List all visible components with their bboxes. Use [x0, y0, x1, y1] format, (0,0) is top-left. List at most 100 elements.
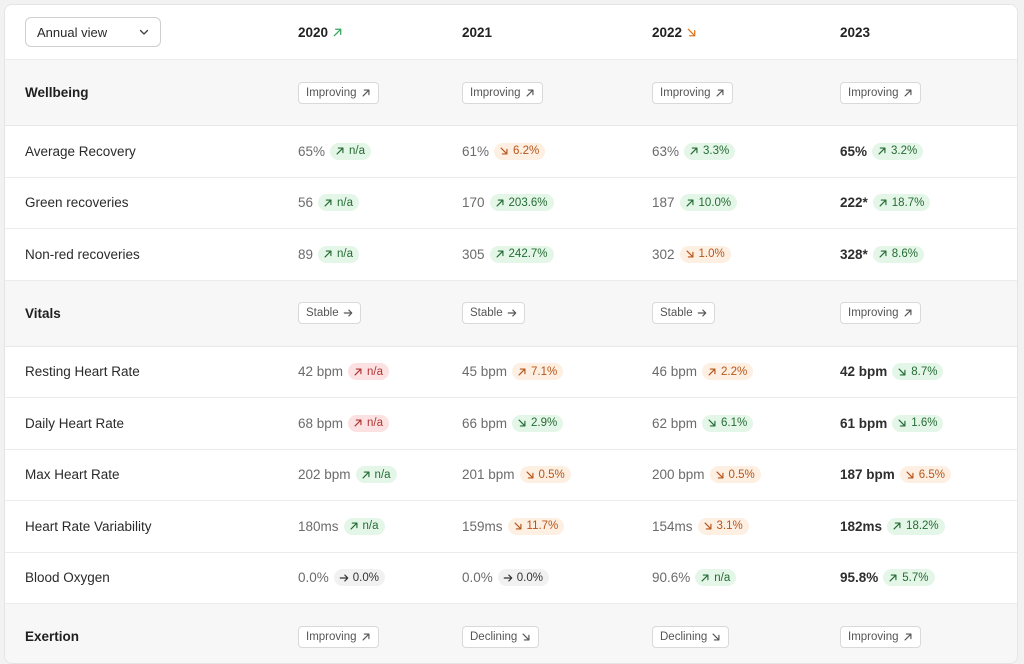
change-value: 3.3%: [703, 145, 730, 158]
status-label: Stable: [470, 307, 503, 319]
metric-cell: 62 bpm 6.1%: [648, 414, 836, 432]
trend-up-icon: [332, 27, 343, 38]
table-row: Daily Heart Rate 68 bpm n/a 66 bpm 2.9% 62 bp…: [5, 398, 1017, 450]
change-value: 6.1%: [721, 417, 748, 430]
metric-cell: 200 bpm 0.5%: [648, 466, 836, 484]
change-value: 8.7%: [911, 365, 938, 378]
change-badge: 11.7%: [507, 517, 565, 535]
change-badge: 2.9%: [512, 414, 564, 432]
arrow-down-right-icon: [500, 147, 508, 155]
table-body: Wellbeing Improving Improving Improving Impr…: [5, 60, 1017, 663]
change-value: n/a: [362, 520, 379, 533]
metric-value: 61 bpm: [840, 415, 888, 431]
metric-name: Max Heart Rate: [25, 467, 120, 483]
change-value: 6.2%: [513, 145, 540, 158]
metric-cell: 61 bpm 1.6%: [836, 414, 1017, 432]
arrow-up-right-icon: [324, 250, 332, 258]
metric-cell: 0.0% 0.0%: [294, 569, 458, 587]
metric-cell: 65% 3.2%: [836, 142, 1017, 160]
table-row: Green recoveries 56 n/a 170 203.6% 187 10.0% 22…: [5, 177, 1017, 229]
metric-cell: 90.6% n/a: [648, 569, 836, 587]
trend-down-icon: [686, 27, 697, 38]
change-badge: 18.2%: [887, 517, 945, 535]
arrow-up-right-icon: [354, 368, 362, 376]
arrow-up-right-icon: [879, 250, 887, 258]
change-value: 7.1%: [531, 365, 558, 378]
annual-view-select[interactable]: Annual view: [25, 17, 161, 47]
arrow-up-right-icon: [324, 199, 332, 207]
metric-value: 42 bpm: [298, 364, 344, 380]
metric-cell: 302 1.0%: [648, 245, 836, 263]
change-value: 242.7%: [508, 248, 548, 261]
metric-name: Daily Heart Rate: [25, 415, 125, 431]
arrow-down-right-icon: [518, 419, 526, 427]
metric-value: 65%: [298, 143, 326, 159]
metric-cell: 66 bpm 2.9%: [458, 414, 648, 432]
arrow-up-right-icon: [350, 522, 358, 530]
change-badge: 0.0%: [333, 569, 385, 587]
change-value: 10.0%: [698, 196, 732, 209]
change-badge: 1.6%: [892, 414, 944, 432]
change-value: 203.6%: [508, 196, 548, 209]
arrow-down-right-icon: [716, 471, 724, 479]
year-header-2020: 2020: [294, 25, 458, 40]
change-badge: n/a: [343, 517, 385, 535]
arrow-down-right-icon: [514, 522, 522, 530]
arrow-up-right-icon: [526, 89, 533, 96]
metric-name: Blood Oxygen: [25, 570, 110, 586]
metric-value: 222*: [840, 195, 868, 211]
status-label: Declining: [470, 630, 518, 643]
change-value: n/a: [337, 248, 354, 261]
change-badge: n/a: [695, 569, 737, 587]
status-label: Declining: [660, 630, 708, 643]
change-value: 0.0%: [516, 571, 543, 584]
change-value: 2.9%: [531, 417, 558, 430]
section-status-cell: Improving: [836, 625, 1017, 648]
metric-value: 68 bpm: [298, 415, 344, 431]
metric-name: Green recoveries: [25, 195, 129, 211]
arrow-up-right-icon: [904, 633, 911, 640]
metric-cell: 42 bpm 8.7%: [836, 363, 1017, 381]
metric-value: 46 bpm: [652, 364, 698, 380]
arrow-right-icon: [339, 574, 349, 582]
year-header-2022: 2022: [648, 25, 836, 40]
metric-value: 66 bpm: [462, 415, 508, 431]
metric-cell: 42 bpm n/a: [294, 363, 458, 381]
change-value: 1.6%: [911, 417, 938, 430]
change-badge: n/a: [348, 414, 390, 432]
status-badge: Improving: [840, 81, 921, 104]
status-label: Stable: [660, 307, 693, 319]
arrow-down-right-icon: [687, 28, 696, 36]
change-badge: 6.5%: [899, 466, 951, 484]
change-value: 0.5%: [538, 468, 565, 481]
arrow-down-right-icon: [686, 250, 694, 258]
metric-value: 89: [298, 246, 314, 262]
arrow-up-right-icon: [878, 147, 886, 155]
metric-value: 95.8%: [840, 570, 879, 586]
change-badge: n/a: [348, 363, 390, 381]
arrow-up-right-icon: [716, 89, 723, 96]
section-title: Exertion: [25, 629, 80, 644]
change-value: 5.7%: [902, 571, 929, 584]
change-badge: n/a: [318, 245, 360, 263]
table-row: Heart Rate Variability 180ms n/a 159ms 11.7%…: [5, 501, 1017, 553]
arrow-up-right-icon: [690, 147, 698, 155]
metric-name: Non-red recoveries: [25, 246, 140, 262]
change-value: 18.7%: [891, 196, 925, 209]
section-status-cell: Improving: [836, 302, 1017, 324]
change-value: 1.0%: [698, 248, 725, 261]
section-status-cell: Stable: [648, 302, 836, 324]
metric-value: 0.0%: [462, 570, 493, 586]
metric-value: 63%: [652, 143, 680, 159]
metric-value: 202 bpm: [298, 467, 351, 483]
table-row: Resting Heart Rate 42 bpm n/a 45 bpm 7.1% 46 …: [5, 346, 1017, 398]
change-badge: 5.7%: [883, 569, 935, 587]
change-badge: 10.0%: [679, 194, 738, 212]
metric-cell: 56 n/a: [294, 194, 458, 212]
year-label: 2020: [298, 24, 329, 40]
metric-cell: 154ms 3.1%: [648, 517, 836, 535]
section-status-cell: Improving: [836, 81, 1017, 104]
change-value: n/a: [349, 145, 366, 158]
status-badge: Stable: [652, 302, 715, 324]
metric-value: 170: [462, 195, 485, 211]
